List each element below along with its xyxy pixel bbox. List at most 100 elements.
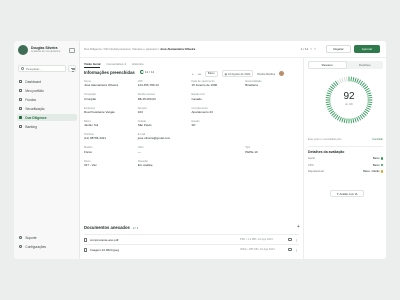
- tab-comments[interactable]: Comentários 4: [106, 62, 126, 68]
- field-value: Cirurgião: [84, 96, 97, 101]
- gauge-tick: [335, 80, 339, 86]
- document-name[interactable]: comprovante-ano.pdf: [90, 238, 240, 242]
- gauge-tick: [339, 78, 342, 84]
- field-value: Em análise: [137, 163, 153, 168]
- field: CPF 123.456.789-10: [138, 79, 192, 92]
- search-input[interactable]: [26, 66, 62, 71]
- gauge-tick: [363, 110, 369, 114]
- gauge-tick: [331, 112, 336, 116]
- field: Data de nascimento 15 Janeiro de 1990: [192, 79, 246, 92]
- field: Estado civil Casado: [192, 92, 246, 105]
- gauge-tick: [329, 86, 335, 90]
- field: Renda mensal R$ 45.000,00: [138, 92, 192, 105]
- gauge-tick: [329, 110, 335, 114]
- user-profile[interactable]: Douglas Silveira Analista de Compliance: [18, 45, 60, 55]
- status-dot-icon: [380, 157, 383, 160]
- consult-link[interactable]: Consultar: [372, 138, 383, 141]
- field: Estado SP: [192, 119, 246, 132]
- sidebar-item-due-diligence[interactable]: Due Diligence: [17, 114, 77, 121]
- sidebar-item-settings[interactable]: Configurações: [17, 243, 77, 250]
- score-value: 92: [343, 91, 355, 102]
- field-value: Rua Presidente Vargas: [84, 109, 115, 114]
- gauge-tick: [333, 113, 337, 118]
- wallet-icon: [19, 97, 23, 102]
- approve-button[interactable]: Aprovar: [354, 45, 380, 53]
- progress-ring-icon: [140, 70, 144, 74]
- field: Bairro Jardim Sul: [84, 119, 138, 132]
- breadcrumb-current: José Alamanteira Oliveira: [160, 47, 196, 51]
- evaluation-label: CPC: [308, 163, 314, 167]
- comment-icon[interactable]: [288, 248, 292, 251]
- sidebar-toggle-icon[interactable]: [69, 48, 75, 53]
- document-name[interactable]: Imagem 22.0624.jpeg: [90, 248, 240, 252]
- more-icon[interactable]: ⋮: [295, 248, 298, 252]
- sidebar-item-support[interactable]: Suporte: [17, 234, 77, 241]
- sidebar-item-banking[interactable]: Banking: [17, 123, 77, 130]
- field-value: 100: [137, 109, 143, 114]
- field-row: Bairro Jardim Sul Cidade São Paulo Estado SP: [84, 119, 299, 132]
- breadcrumb-item[interactable]: Due Diligence: [84, 47, 102, 51]
- sidebar-item-portfolio[interactable]: Meu portfólio: [17, 87, 77, 94]
- add-document-button[interactable]: +: [297, 224, 300, 230]
- completion-count: 12 / 14: [145, 70, 155, 74]
- sidebar-item-dashboard[interactable]: Dashboard: [17, 78, 77, 85]
- document-row[interactable]: comprovante-ano.pdf PDF • 1.2 MB • 16 Ag…: [84, 234, 299, 244]
- document-row[interactable]: Imagem 22.0624.jpeg JPEG • 987 KB • 16 A…: [84, 244, 299, 254]
- field: Telefone (11) 98765-4321: [84, 132, 138, 145]
- divider: [308, 146, 383, 147]
- chevron-down-icon[interactable]: ˅: [314, 47, 316, 51]
- sidebar-item-securitization[interactable]: Securitização: [17, 105, 77, 112]
- document-meta: JPEG • 987 KB • 16 Ago 2024: [240, 248, 275, 251]
- gauge-tick: [354, 117, 357, 123]
- score-footer: Este score é consolidado pelo Consultar: [308, 138, 383, 141]
- status-dot-icon: [380, 163, 383, 167]
- gauge-tick: [339, 116, 342, 122]
- field-value: jose.oliveira@gmail.com: [137, 136, 171, 141]
- gauge-tick: [356, 78, 359, 84]
- evaluation-title: Detalhes da avaliação: [308, 150, 345, 154]
- reject-button[interactable]: Rejeitar: [326, 45, 351, 53]
- evaluation-row: CPC Baixo: [308, 164, 383, 167]
- briefcase-icon: [19, 88, 23, 93]
- chevron-up-icon[interactable]: ˄: [310, 47, 312, 51]
- field: Modelo Físico: [84, 145, 138, 158]
- documents-title: Documentos anexados: [84, 225, 130, 230]
- tab-history[interactable]: Histórico: [132, 62, 144, 68]
- sidebar-item-label: Due Diligence: [25, 115, 47, 120]
- documents-header: Documentos anexados 2 / 2: [84, 225, 138, 230]
- avatar: [18, 45, 28, 55]
- tab-label: Comentários: [106, 62, 124, 66]
- bank-icon: [19, 124, 23, 129]
- tab-details[interactable]: Detalhes: [347, 61, 384, 69]
- sidebar-item-label: Meu portfólio: [25, 88, 44, 93]
- more-button[interactable]: •••: [198, 72, 201, 76]
- sidebar: Douglas Silveira Analista de Compliance …: [14, 41, 80, 259]
- grid-icon: [19, 79, 23, 84]
- gauge-tick: [365, 109, 370, 112]
- sidebar-item-funds[interactable]: Fundos: [17, 96, 77, 103]
- tab-summary[interactable]: Resumo: [308, 61, 347, 69]
- risk-status-chip[interactable]: Baixo: [204, 70, 218, 77]
- filter-button[interactable]: [68, 65, 76, 72]
- gauge-tick: [331, 84, 336, 88]
- evaluate-ai-button[interactable]: ✦ Avaliar com IA: [330, 190, 364, 197]
- owner-avatar: [278, 71, 284, 77]
- search-icon: [21, 67, 24, 70]
- score-caption: de 100: [345, 103, 353, 106]
- comment-icon[interactable]: [288, 238, 292, 241]
- breadcrumb-item[interactable]: DD Global parceiros: Clientes e parceiro…: [104, 47, 157, 51]
- top-bar: Due Diligence / DD Global parceiros: Cli…: [80, 41, 386, 58]
- field: [245, 92, 299, 105]
- gauge-tick: [356, 116, 359, 122]
- date-chip[interactable]: ▦ 16 Agosto de 2024: [221, 70, 254, 78]
- add-button[interactable]: +: [192, 72, 194, 76]
- sidebar-item-label: Securitização: [25, 106, 45, 111]
- field-row: Risco 347 - Vax Situação Em análise: [84, 159, 299, 172]
- field-row: Nome José Alamanteira Oliveira CPF 123.456.…: [84, 79, 299, 92]
- file-icon: [84, 247, 87, 252]
- more-icon[interactable]: ⋮: [295, 238, 298, 242]
- record-pager: 1 / 12 ˄ ˅: [301, 47, 316, 51]
- tab-bar: Visão Geral Comentários 4 Histórico: [84, 62, 144, 68]
- tab-overview[interactable]: Visão Geral: [84, 62, 101, 68]
- field-value: Jardim Sul: [84, 123, 99, 128]
